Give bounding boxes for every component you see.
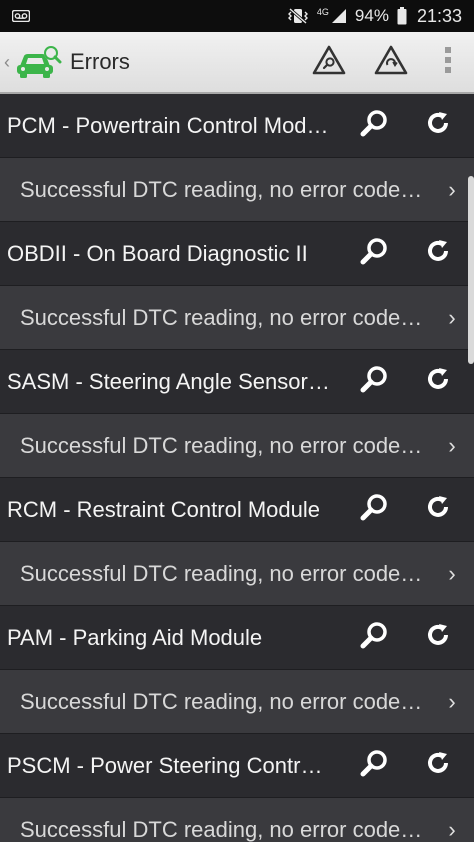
search-icon <box>359 748 389 783</box>
chevron-right-icon: › <box>448 560 456 586</box>
module-name: PCM - Powertrain Control Module <box>7 112 334 138</box>
module-name: OBDII - On Board Diagnostic II <box>7 240 308 266</box>
read-errors-button[interactable] <box>342 478 406 542</box>
search-icon <box>359 620 389 655</box>
clear-errors-button[interactable] <box>406 734 470 798</box>
module-row: SASM - Steering Angle Sensor Module <box>0 350 474 414</box>
module-status-text: Successful DTC reading, no error codes f… <box>20 176 430 202</box>
search-icon <box>359 492 389 527</box>
search-icon <box>359 364 389 399</box>
module-row: OBDII - On Board Diagnostic II <box>0 222 474 286</box>
refresh-icon <box>425 366 451 397</box>
search-icon <box>359 108 389 143</box>
read-errors-button[interactable] <box>342 734 406 798</box>
clear-errors-button[interactable] <box>406 94 470 158</box>
scrollbar-thumb[interactable] <box>468 176 474 364</box>
module-status-row[interactable]: Successful DTC reading, no error codes f… <box>0 670 474 734</box>
module-name: SASM - Steering Angle Sensor Module <box>7 368 334 394</box>
chevron-right-icon: › <box>448 688 456 714</box>
voicemail-icon <box>12 10 30 22</box>
battery-percent: 94% <box>354 6 389 25</box>
refresh-icon <box>425 750 451 781</box>
refresh-icon <box>425 622 451 653</box>
chevron-right-icon: › <box>448 432 456 458</box>
module-status-text: Successful DTC reading, no error codes f… <box>20 432 430 458</box>
read-errors-button[interactable] <box>342 222 406 286</box>
clock: 21:33 <box>416 5 462 26</box>
scan-all-errors-button[interactable] <box>298 31 360 93</box>
vibrate-icon <box>287 8 309 24</box>
search-icon <box>359 236 389 271</box>
read-errors-button[interactable] <box>342 606 406 670</box>
up-navigation-icon[interactable]: ‹ <box>4 52 14 73</box>
clear-errors-button[interactable] <box>406 478 470 542</box>
module-name: PSCM - Power Steering Control Module <box>7 752 334 778</box>
module-status-row[interactable]: Successful DTC reading, no error codes f… <box>0 286 474 350</box>
module-status-text: Successful DTC reading, no error codes f… <box>20 688 430 714</box>
module-row: PSCM - Power Steering Control Module <box>0 734 474 798</box>
car-logo-icon[interactable] <box>14 42 62 82</box>
module-status-text: Successful DTC reading, no error codes f… <box>20 560 430 586</box>
network-type: 4G <box>316 7 329 17</box>
page-title: Errors <box>70 49 130 74</box>
module-status-row[interactable]: Successful DTC reading, no error codes f… <box>0 542 474 606</box>
read-errors-button[interactable] <box>342 94 406 158</box>
warning-clear-icon <box>374 45 408 80</box>
overflow-menu-button[interactable] <box>422 31 474 93</box>
overflow-menu-icon <box>444 46 452 79</box>
action-bar: ‹ Errors <box>0 32 474 94</box>
signal-icon: 4G <box>317 8 347 24</box>
clear-all-errors-button[interactable] <box>360 31 422 93</box>
refresh-icon <box>425 494 451 525</box>
module-row: RCM - Restraint Control Module <box>0 478 474 542</box>
module-row: PCM - Powertrain Control Module <box>0 94 474 158</box>
battery-icon <box>397 7 407 25</box>
clear-errors-button[interactable] <box>406 350 470 414</box>
refresh-icon <box>425 238 451 269</box>
chevron-right-icon: › <box>448 816 456 842</box>
clear-errors-button[interactable] <box>406 606 470 670</box>
warning-search-icon <box>312 45 346 80</box>
module-list: PCM - Powertrain Control Module Successf… <box>0 94 474 842</box>
module-name: RCM - Restraint Control Module <box>7 496 320 522</box>
module-status-row[interactable]: Successful DTC reading, no error codes f… <box>0 798 474 842</box>
status-bar: 4G 94% 21:33 <box>0 0 474 32</box>
refresh-icon <box>425 110 451 141</box>
module-status-row[interactable]: Successful DTC reading, no error codes f… <box>0 158 474 222</box>
clear-errors-button[interactable] <box>406 222 470 286</box>
module-status-row[interactable]: Successful DTC reading, no error codes f… <box>0 414 474 478</box>
read-errors-button[interactable] <box>342 350 406 414</box>
module-status-text: Successful DTC reading, no error codes f… <box>20 816 430 842</box>
module-row: PAM - Parking Aid Module <box>0 606 474 670</box>
module-status-text: Successful DTC reading, no error codes f… <box>20 304 430 330</box>
module-name: PAM - Parking Aid Module <box>7 624 263 650</box>
